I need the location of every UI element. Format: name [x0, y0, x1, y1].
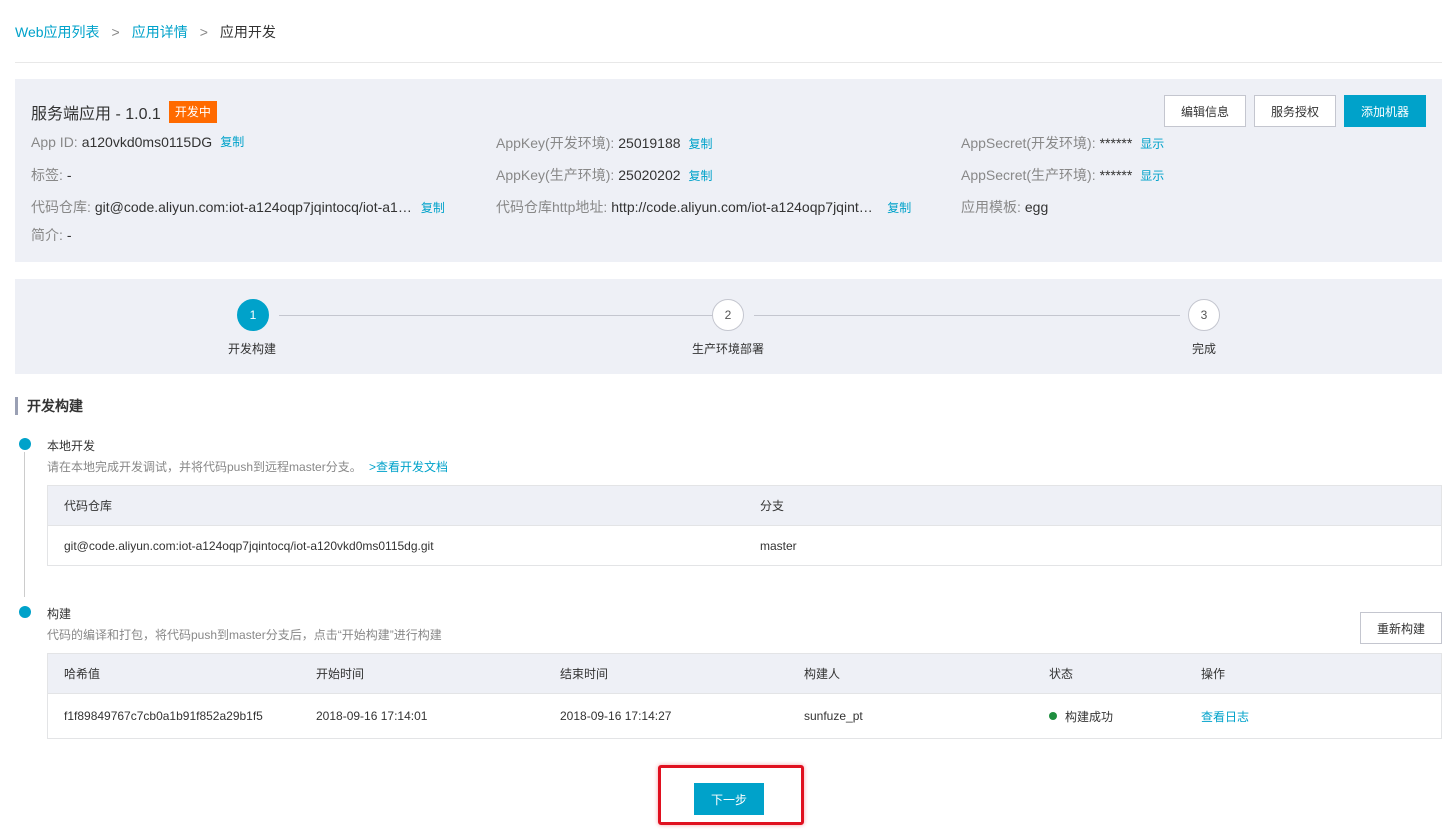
copy-appkey-prod-link[interactable]: 复制 [689, 167, 713, 184]
add-machine-button[interactable]: 添加机器 [1343, 95, 1426, 127]
step-connector [754, 315, 1180, 316]
appsecret-prod-field: AppSecret(生产环境): ****** 显示 [961, 165, 1164, 185]
column-header-end: 结束时间 [560, 667, 609, 681]
repo-table: 代码仓库 分支 git@code.aliyun.com:iot-a124oqp7… [47, 485, 1442, 566]
show-appsecret-prod-link[interactable]: 显示 [1140, 167, 1164, 184]
appkey-prod-label: AppKey(生产环境): [496, 167, 615, 183]
local-dev-desc-text: 请在本地完成开发调试，并将代码push到远程master分支。 [47, 460, 362, 474]
hash-cell: f1f89849767c7cb0a1b91f852a29b1f5 [64, 709, 263, 723]
app-title: 服务端应用 - 1.0.1 开发中 [31, 100, 217, 124]
app-info-panel: 服务端应用 - 1.0.1 开发中 编辑信息 服务授权 添加机器 App ID:… [15, 79, 1442, 262]
service-authorize-button[interactable]: 服务授权 [1253, 95, 1336, 127]
show-appsecret-dev-link[interactable]: 显示 [1140, 135, 1164, 152]
appkey-dev-value: 25019188 [618, 135, 681, 151]
appsecret-prod-label: AppSecret(生产环境): [961, 167, 1096, 183]
appsecret-dev-value: ****** [1099, 135, 1133, 151]
column-header-status: 状态 [1049, 667, 1074, 681]
breadcrumb-separator-icon: > [199, 24, 208, 40]
section-title: 开发构建 [15, 397, 83, 415]
intro-value: - [66, 227, 72, 243]
local-dev-desc: 请在本地完成开发调试，并将代码push到远程master分支。 >查看开发文档 [47, 458, 448, 475]
tags-field: 标签: - [31, 165, 72, 185]
step-1-label: 开发构建 [227, 342, 276, 356]
app-id-field: App ID: a120vkd0ms0115DG 复制 [31, 133, 244, 150]
copy-appkey-dev-link[interactable]: 复制 [689, 135, 713, 152]
build-table-header: 哈希值 开始时间 结束时间 构建人 状态 操作 [48, 654, 1441, 694]
view-dev-doc-link[interactable]: >查看开发文档 [369, 460, 448, 474]
step-connector [279, 315, 713, 316]
column-header-repo: 代码仓库 [64, 499, 113, 513]
start-time-cell: 2018-09-16 17:14:01 [316, 709, 428, 723]
step-3-label: 完成 [1191, 342, 1216, 356]
tags-value: - [66, 167, 72, 183]
repo-http-label: 代码仓库http地址: [496, 199, 608, 215]
app-actions: 编辑信息 服务授权 添加机器 [1163, 95, 1426, 127]
breadcrumb-separator-icon: > [111, 24, 120, 40]
repo-value: git@code.aliyun.com:iot-a124oqp7jqintocq… [94, 199, 413, 215]
timeline-dot-local-dev [19, 438, 31, 450]
copy-app-id-link[interactable]: 复制 [220, 133, 244, 150]
repo-field: 代码仓库: git@code.aliyun.com:iot-a124oqp7jq… [31, 197, 445, 217]
build-desc: 代码的编译和打包，将代码push到master分支后，点击“开始构建”进行构建 [47, 628, 442, 642]
copy-repo-link[interactable]: 复制 [421, 199, 445, 216]
appsecret-dev-field: AppSecret(开发环境): ****** 显示 [961, 133, 1164, 153]
timeline-line [24, 452, 25, 597]
appsecret-dev-label: AppSecret(开发环境): [961, 135, 1096, 151]
breadcrumb-app-detail[interactable]: 应用详情 [132, 22, 188, 42]
app-name: 服务端应用 - 1.0.1 [31, 106, 161, 123]
intro-field: 简介: - [31, 225, 72, 245]
step-1-circle: 1 [237, 299, 269, 331]
step-3-circle: 3 [1188, 299, 1220, 331]
appsecret-prod-value: ****** [1099, 167, 1133, 183]
column-header-start: 开始时间 [316, 667, 365, 681]
breadcrumb-current: 应用开发 [219, 24, 276, 40]
app-id-label: App ID: [31, 133, 78, 150]
end-time-cell: 2018-09-16 17:14:27 [560, 709, 672, 723]
build-title: 构建 [47, 607, 72, 621]
view-log-link[interactable]: 查看日志 [1201, 708, 1249, 725]
repo-table-header: 代码仓库 分支 [48, 486, 1441, 526]
repo-cell: git@code.aliyun.com:iot-a124oqp7jqintocq… [64, 538, 434, 553]
repo-http-field: 代码仓库http地址: http://code.aliyun.com/iot-a… [496, 197, 911, 217]
top-divider [15, 62, 1442, 63]
step-2-circle: 2 [712, 299, 744, 331]
build-table: 哈希值 开始时间 结束时间 构建人 状态 操作 f1f89849767c7cb0… [47, 653, 1442, 739]
rebuild-button[interactable]: 重新构建 [1360, 612, 1442, 644]
status-text: 构建成功 [1065, 709, 1114, 724]
table-row: f1f89849767c7cb0a1b91f852a29b1f5 2018-09… [48, 694, 1441, 738]
table-row: git@code.aliyun.com:iot-a124oqp7jqintocq… [48, 526, 1441, 565]
tags-label: 标签: [31, 167, 63, 183]
copy-repo-http-link[interactable]: 复制 [887, 199, 911, 216]
repo-http-value: http://code.aliyun.com/iot-a124oqp7jqint… [611, 199, 875, 215]
status-cell: 构建成功 [1049, 694, 1113, 738]
column-header-hash: 哈希值 [64, 667, 101, 681]
column-header-action: 操作 [1201, 667, 1226, 681]
appkey-dev-label: AppKey(开发环境): [496, 135, 615, 151]
step-2-label: 生产环境部署 [691, 342, 764, 356]
template-value: egg [1024, 199, 1049, 215]
repo-label: 代码仓库: [31, 199, 91, 215]
edit-info-button[interactable]: 编辑信息 [1163, 95, 1246, 127]
appkey-dev-field: AppKey(开发环境): 25019188 复制 [496, 133, 713, 153]
template-label: 应用模板: [961, 199, 1021, 215]
column-header-builder: 构建人 [804, 667, 841, 681]
column-header-branch: 分支 [760, 499, 785, 513]
app-id-value: a120vkd0ms0115DG [81, 133, 213, 150]
next-step-button[interactable]: 下一步 [694, 783, 764, 815]
action-cell: 查看日志 [1201, 694, 1249, 738]
template-field: 应用模板: egg [961, 197, 1048, 217]
local-dev-title: 本地开发 [47, 439, 96, 453]
intro-label: 简介: [31, 227, 63, 243]
appkey-prod-value: 25020202 [618, 167, 681, 183]
timeline-dot-build [19, 606, 31, 618]
breadcrumb-web-app-list[interactable]: Web应用列表 [15, 22, 100, 42]
breadcrumb: Web应用列表 > 应用详情 > 应用开发 [15, 22, 276, 42]
success-dot-icon [1049, 712, 1057, 720]
status-badge: 开发中 [168, 101, 217, 123]
builder-cell: sunfuze_pt [804, 709, 863, 723]
appkey-prod-field: AppKey(生产环境): 25020202 复制 [496, 165, 713, 185]
branch-cell: master [760, 538, 797, 553]
steps-bar: 1 开发构建 2 生产环境部署 3 完成 [15, 279, 1442, 374]
